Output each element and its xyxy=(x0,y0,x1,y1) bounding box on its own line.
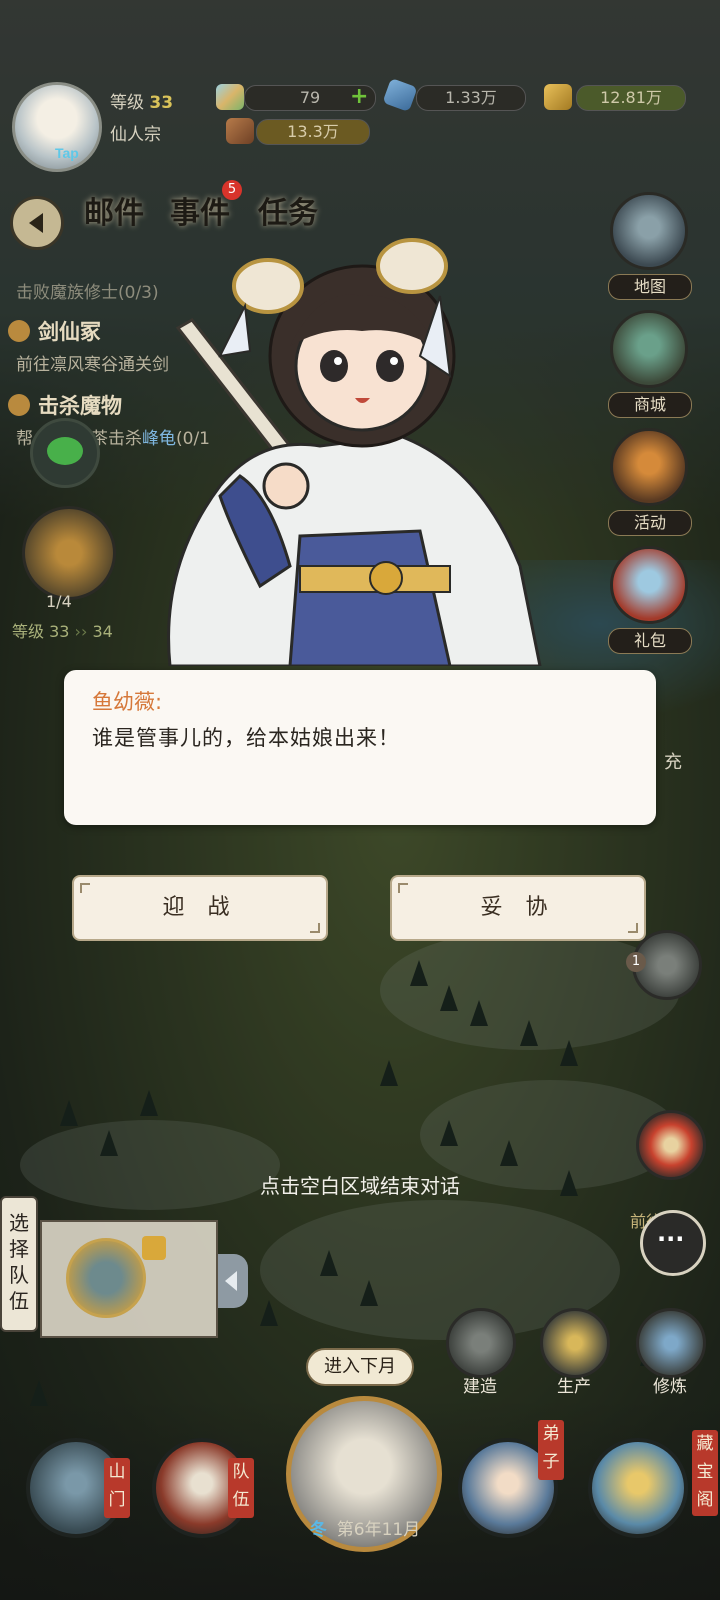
build-icon[interactable] xyxy=(446,1308,516,1378)
select-team-char: 队 xyxy=(9,1263,29,1287)
nav-char: 伍 xyxy=(232,1490,250,1510)
dismiss-hint: 点击空白区域结束对话 xyxy=(260,1174,460,1198)
map-label[interactable]: 地图 xyxy=(608,274,692,300)
collapse-team-button[interactable] xyxy=(218,1254,248,1308)
build-label[interactable]: 建造 xyxy=(440,1372,520,1397)
treasure-hall-icon[interactable] xyxy=(588,1438,688,1538)
nav-char: 子 xyxy=(542,1452,560,1472)
corner-ornament xyxy=(80,883,90,893)
produce-label[interactable]: 生产 xyxy=(534,1372,614,1397)
chat-icon[interactable] xyxy=(640,1210,706,1276)
collapse-panel-button[interactable] xyxy=(10,196,64,250)
event-icon[interactable] xyxy=(610,428,688,506)
corner-ornament xyxy=(398,883,408,893)
building-count: 1/4 xyxy=(46,592,72,611)
gold-value: 12.81万 xyxy=(576,85,686,111)
produce-icon[interactable] xyxy=(540,1308,610,1378)
crystal-value: 1.33万 xyxy=(416,85,526,111)
map-icon[interactable] xyxy=(610,192,688,270)
nav-char: 队 xyxy=(232,1462,250,1482)
character-yu-youwei xyxy=(167,238,542,666)
recharge-label[interactable]: 充 xyxy=(664,748,682,774)
fight-button[interactable]: 迎 战 xyxy=(72,875,328,941)
player-avatar[interactable]: Tap xyxy=(12,82,102,172)
shop-icon[interactable] xyxy=(610,310,688,388)
events-badge: 5 xyxy=(222,180,242,200)
building-level: 等级 33 ›› 34 xyxy=(12,622,113,641)
nav-char: 阁 xyxy=(696,1490,714,1510)
team-panel xyxy=(40,1220,218,1338)
wechat-icon[interactable] xyxy=(30,418,100,488)
season-label: 冬 xyxy=(309,1520,327,1540)
nav-char: 山 xyxy=(108,1462,126,1482)
corner-ornament xyxy=(310,923,320,933)
add-spirit-stone-icon[interactable]: + xyxy=(350,86,368,108)
spirit-stone-icon xyxy=(216,84,244,110)
cultivate-label[interactable]: 修炼 xyxy=(630,1372,710,1397)
nav-char: 宝 xyxy=(696,1462,714,1482)
gold-icon xyxy=(544,84,572,110)
level-label: 等级 xyxy=(110,93,144,113)
wood-value: 13.3万 xyxy=(256,119,370,145)
treasure-hall-label[interactable]: 藏 宝 阁 xyxy=(692,1430,718,1516)
quest-item-desc[interactable]: 击败魔族修士(0/3) xyxy=(16,278,159,303)
event-label[interactable]: 活动 xyxy=(608,510,692,536)
sect-building-icon[interactable] xyxy=(22,506,116,600)
select-team-char: 伍 xyxy=(9,1289,29,1313)
compromise-label: 妥 协 xyxy=(480,895,556,920)
date-label: 第6年11月 xyxy=(336,1520,421,1540)
quest-item-title[interactable]: 击杀魔物 xyxy=(38,390,122,420)
sect-name: 仙人宗 xyxy=(110,125,161,145)
building-level-text: 等级 33 xyxy=(12,622,70,641)
dialog-line: 谁是管事儿的，给本姑娘出来！ xyxy=(92,726,400,750)
team-member-avatar[interactable] xyxy=(66,1238,146,1318)
level-value: 33 xyxy=(149,93,174,113)
compromise-button[interactable]: 妥 协 xyxy=(390,875,646,941)
game-date: 冬第6年11月 xyxy=(290,1516,440,1544)
select-team-char: 择 xyxy=(9,1237,29,1261)
sect-gate-label[interactable]: 山 门 xyxy=(104,1458,130,1518)
select-team-tab[interactable]: 选 择 队 伍 xyxy=(0,1196,38,1332)
corner-ornament xyxy=(628,923,638,933)
avatar-tap-label: Tap xyxy=(55,145,79,161)
quest-marker-icon xyxy=(8,320,30,342)
building-next-level: 34 xyxy=(92,622,113,641)
fight-label: 迎 战 xyxy=(162,895,238,920)
notify-count-badge: 1 xyxy=(626,952,646,972)
gift-pack-label[interactable]: 礼包 xyxy=(608,628,692,654)
quest-item-desc[interactable]: 前往凛风寒谷通关剑 xyxy=(16,350,169,375)
cultivate-icon[interactable] xyxy=(636,1308,706,1378)
nav-char: 弟 xyxy=(542,1424,560,1444)
wood-icon xyxy=(226,118,254,144)
next-month-button[interactable]: 进入下月 xyxy=(306,1348,414,1386)
shop-label[interactable]: 商城 xyxy=(608,392,692,418)
speaker-name: 鱼幼薇: xyxy=(92,690,163,714)
disciple-label[interactable]: 弟 子 xyxy=(538,1420,564,1480)
tab-mail[interactable]: 邮件 xyxy=(84,188,158,254)
nav-char: 门 xyxy=(108,1490,126,1510)
quest-marker-icon xyxy=(8,394,30,416)
team-label[interactable]: 队 伍 xyxy=(228,1458,254,1518)
select-team-char: 选 xyxy=(9,1211,29,1235)
nav-char: 藏 xyxy=(696,1434,714,1454)
gift-pack-icon[interactable] xyxy=(610,546,688,624)
dialog-box: 鱼幼薇: 谁是管事儿的，给本姑娘出来！ xyxy=(64,670,656,825)
player-level: 等级 33 xyxy=(110,88,173,113)
travel-icon[interactable] xyxy=(636,1110,706,1180)
flag-icon xyxy=(142,1236,166,1260)
quest-item-title[interactable]: 剑仙冢 xyxy=(38,316,101,346)
